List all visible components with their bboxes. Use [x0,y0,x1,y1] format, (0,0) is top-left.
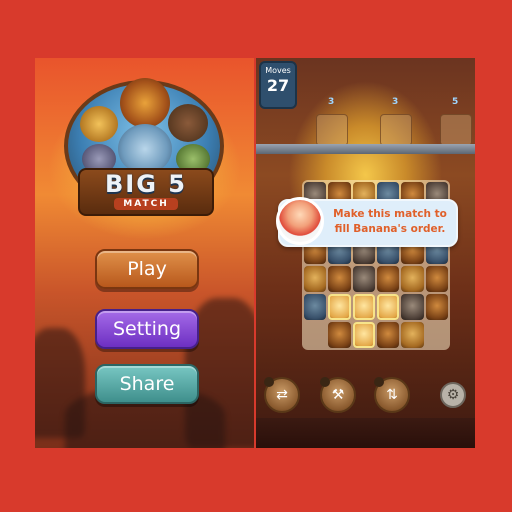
play-button[interactable]: Play [95,249,199,289]
bottom-bar [256,418,475,448]
board-tile[interactable] [401,294,424,320]
share-button[interactable]: Share [95,364,199,404]
logo-subtitle: MATCH [114,198,178,210]
board-tile-highlighted[interactable] [377,294,400,320]
setting-button[interactable]: Setting [95,309,199,349]
board-tile-highlighted[interactable] [352,294,375,320]
board-tile[interactable] [401,322,424,348]
gameplay-screen: Moves 27 3 3 5 Make this match to fill B… [256,58,475,448]
game-logo: BIG 5 MATCH [58,76,230,216]
order-count: 3 [328,97,335,107]
board-tile[interactable] [328,266,351,292]
banana-character-avatar [276,197,324,245]
main-menu-screen: BIG 5 MATCH Play Setting Share [35,58,254,448]
order-count: 5 [452,97,459,107]
buffalo-icon [168,104,208,142]
board-tile[interactable] [352,266,375,292]
logo-banner: BIG 5 MATCH [78,168,214,216]
moves-label: Moves [265,66,291,75]
logo-title: BIG 5 [105,170,187,198]
elephant-icon [118,124,172,174]
order-slot [316,114,348,146]
order-slot [380,114,412,146]
booster-count-badge [374,377,384,387]
board-tile[interactable] [425,294,448,320]
booster-count-badge [320,377,330,387]
order-count: 3 [392,97,399,107]
order-slot [440,114,472,146]
board-tile[interactable] [304,266,327,292]
board-tile[interactable] [377,266,400,292]
order-shelf [256,144,475,154]
board-tile-highlighted[interactable] [328,294,351,320]
board-tile[interactable] [304,294,327,320]
leopard-icon [80,106,118,142]
hint-bubble: Make this match to fill Banana's order. [276,197,458,247]
booster-count-badge [264,377,274,387]
board-empty-cell [426,322,448,348]
board-tile[interactable] [377,322,400,348]
board-empty-cell [304,322,326,348]
board-tile-highlighted[interactable] [352,322,375,348]
lion-icon [120,78,170,128]
moves-counter: Moves 27 [259,61,297,109]
board-tile[interactable] [401,266,424,292]
hint-text: Make this match to fill Banana's order. [333,208,447,235]
board-tile[interactable] [328,322,351,348]
gear-icon[interactable]: ⚙ [440,382,466,408]
moves-value: 27 [266,76,290,95]
board-tile[interactable] [425,266,448,292]
